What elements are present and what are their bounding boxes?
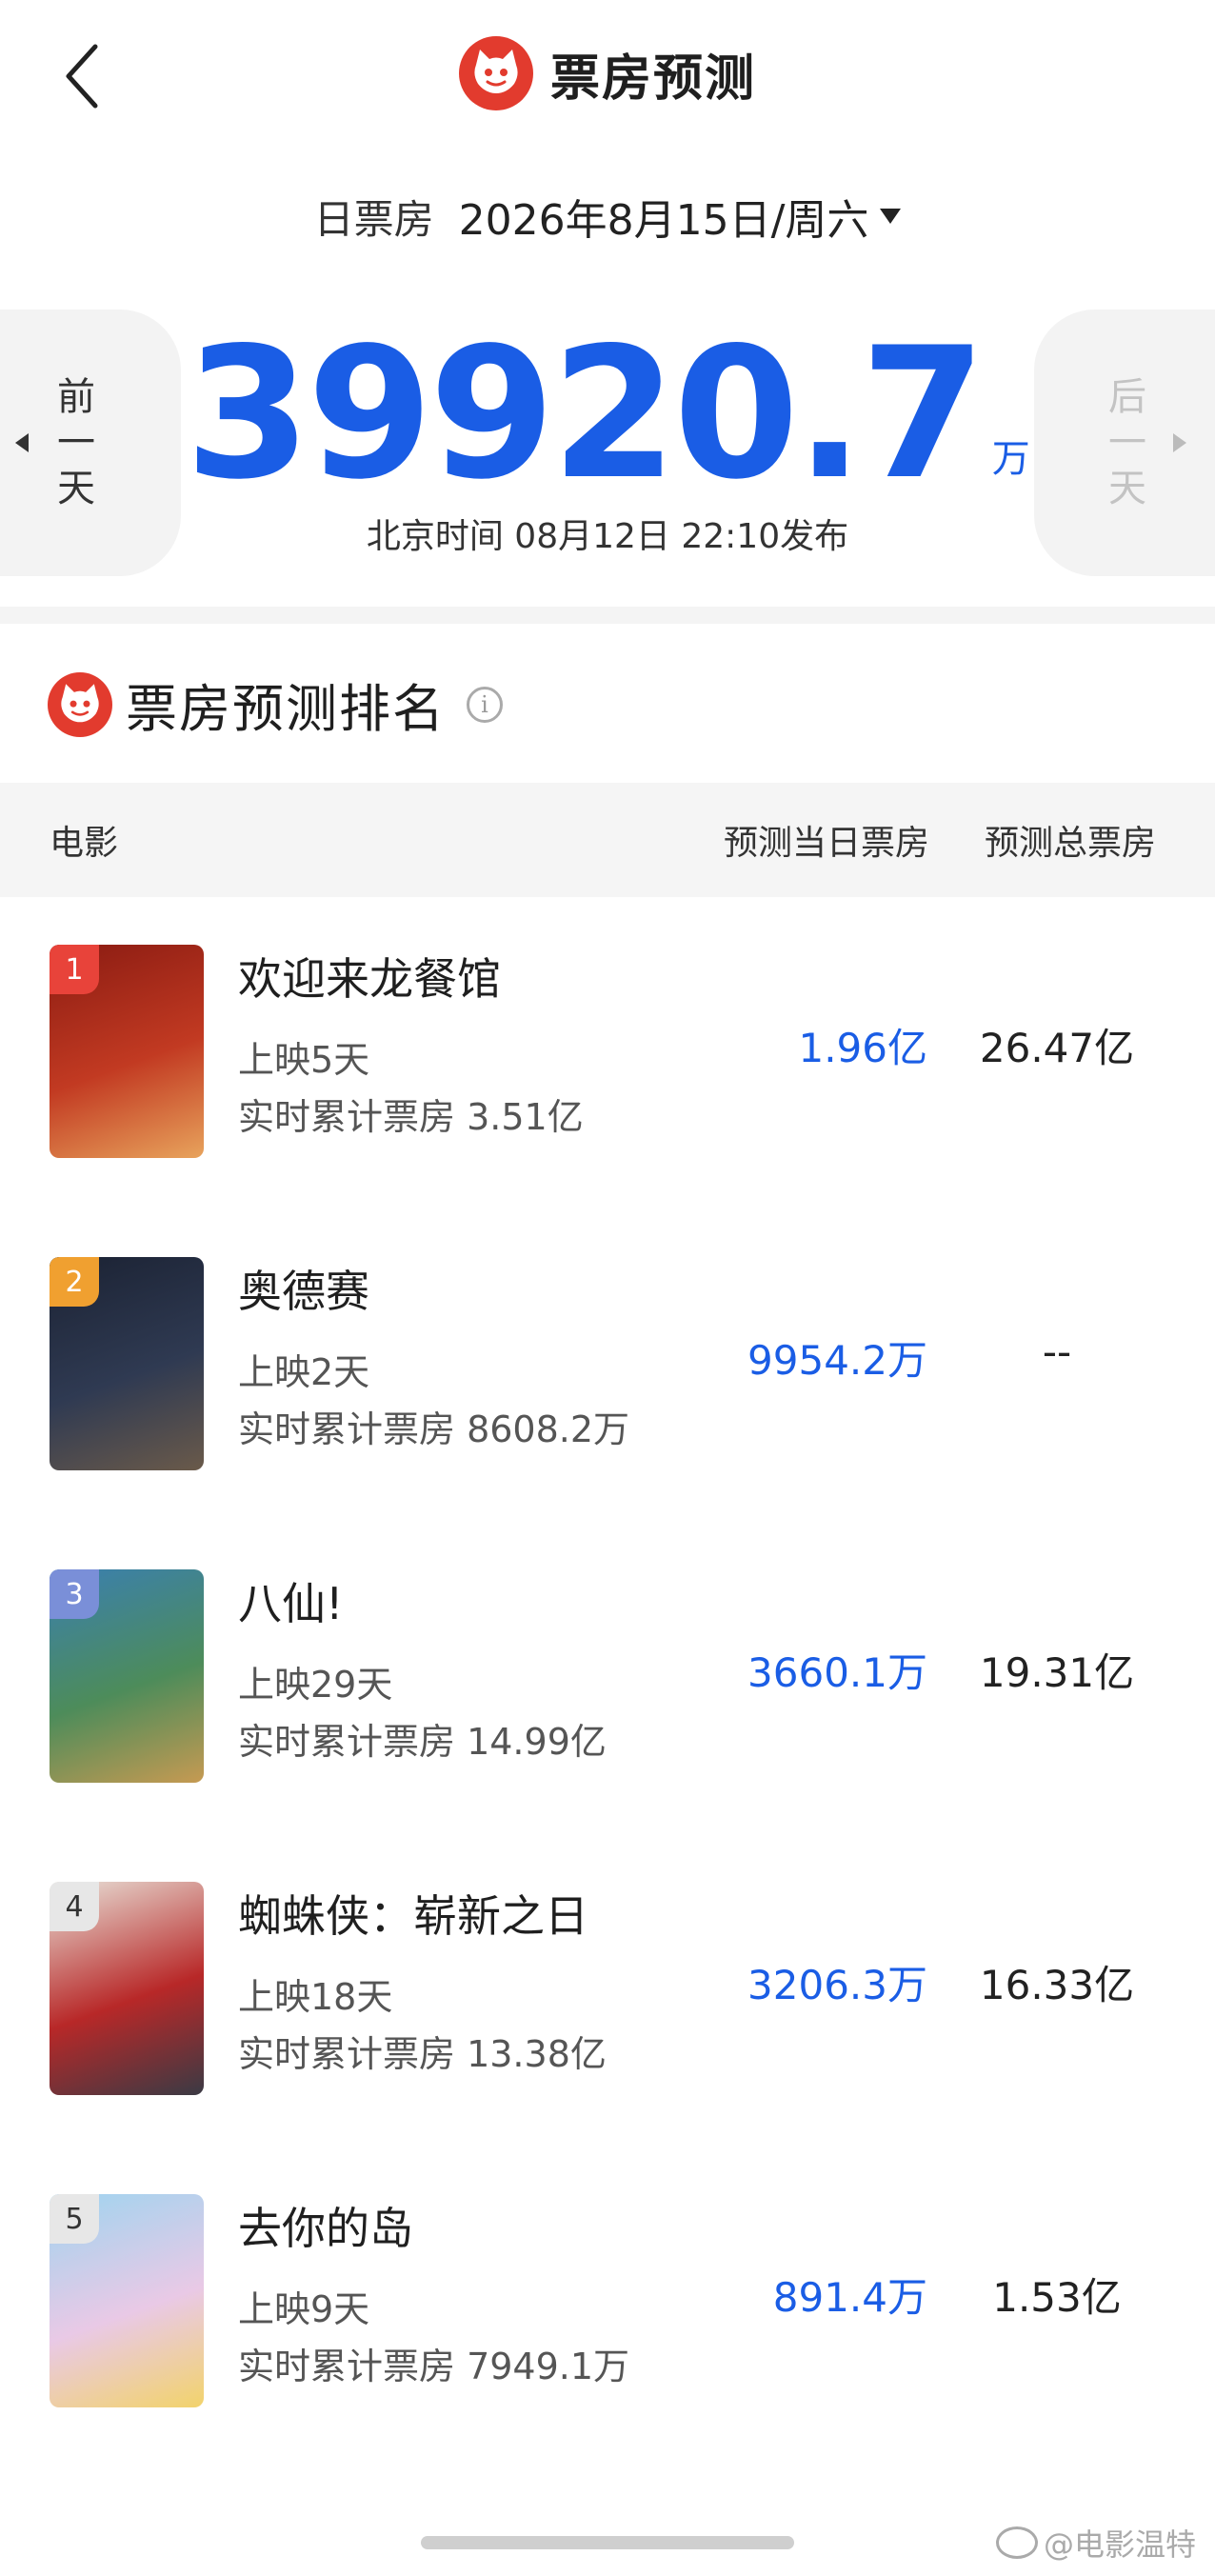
total-forecast: 39920.7 万 [0, 309, 1215, 519]
realtime-box-office: 实时累计票房 7949.1万 [238, 2346, 630, 2387]
rank-badge: 2 [50, 1257, 99, 1307]
list-item[interactable]: 1 欢迎来龙餐馆 上映5天 实时累计票房 3.51亿 1.96亿 26.47亿 [0, 897, 1215, 1209]
predicted-day-box-office: 891.4万 [772, 2274, 927, 2321]
column-day-forecast[interactable]: 预测当日票房 [724, 815, 929, 865]
predicted-day-box-office: 9954.2万 [747, 1337, 927, 1384]
cat-logo-icon [458, 36, 533, 110]
info-icon[interactable]: i [467, 686, 503, 723]
ranking-header: 票房预测排名 i [48, 667, 503, 742]
predicted-day-box-office: 3660.1万 [747, 1649, 927, 1696]
section-divider [0, 607, 1215, 624]
rank-badge: 4 [50, 1882, 99, 1931]
list-item[interactable]: 4 蜘蛛侠：崭新之日 上映18天 实时累计票房 13.38亿 3206.3万 1… [0, 1834, 1215, 2147]
predicted-day-box-office: 3206.3万 [747, 1962, 927, 2008]
realtime-box-office: 实时累计票房 8608.2万 [238, 1408, 630, 1450]
predicted-total-box-office: 26.47亿 [979, 1025, 1135, 1071]
rank-badge: 1 [50, 945, 99, 994]
list-item[interactable]: 2 奥德赛 上映2天 实时累计票房 8608.2万 9954.2万 -- [0, 1209, 1215, 1522]
header-title-group: 票房预测 [0, 36, 1215, 110]
cat-logo-icon [48, 671, 112, 737]
movie-title[interactable]: 欢迎来龙餐馆 [238, 945, 501, 1008]
movie-poster[interactable]: 2 [50, 1257, 204, 1470]
ranking-title: 票房预测排名 [126, 679, 446, 739]
total-forecast-value: 39920.7 [185, 309, 986, 519]
home-indicator[interactable] [421, 2536, 794, 2549]
movie-title[interactable]: 蜘蛛侠：崭新之日 [238, 1882, 588, 1945]
column-movie: 电影 [50, 824, 119, 863]
weibo-icon [995, 2526, 1038, 2559]
table-header: 电影 预测当日票房 预测总票房 [0, 783, 1215, 897]
realtime-box-office: 实时累计票房 14.99亿 [238, 1721, 607, 1763]
watermark: @电影温特 [995, 2521, 1196, 2565]
rank-badge: 5 [50, 2194, 99, 2244]
movie-title[interactable]: 八仙! [238, 1569, 343, 1632]
predicted-day-box-office: 1.96亿 [798, 1025, 927, 1071]
header: 票房预测 [0, 0, 1215, 152]
movie-poster[interactable]: 5 [50, 2194, 204, 2407]
date-value[interactable]: 2026年8月15日/周六 [459, 186, 869, 247]
release-days: 上映2天 [238, 1351, 370, 1393]
predicted-total-box-office: -- [1042, 1328, 1072, 1375]
movie-poster[interactable]: 3 [50, 1569, 204, 1783]
rank-badge: 3 [50, 1569, 99, 1619]
release-days: 上映5天 [238, 1039, 370, 1081]
movie-title[interactable]: 去你的岛 [238, 2194, 413, 2257]
predicted-total-box-office: 19.31亿 [979, 1649, 1135, 1696]
release-days: 上映9天 [238, 2288, 370, 2330]
column-total-forecast[interactable]: 预测总票房 [985, 815, 1156, 865]
movie-poster[interactable]: 4 [50, 1882, 204, 2095]
caret-down-icon[interactable] [880, 209, 902, 224]
realtime-box-office: 实时累计票房 3.51亿 [238, 1096, 584, 1138]
predicted-total-box-office: 16.33亿 [979, 1962, 1135, 2008]
date-selector[interactable]: 日票房 2026年8月15日/周六 [0, 186, 1215, 247]
date-type-label: 日票房 [313, 195, 434, 243]
release-days: 上映18天 [238, 1976, 393, 2018]
list-item[interactable]: 5 去你的岛 上映9天 实时累计票房 7949.1万 891.4万 1.53亿 [0, 2147, 1215, 2459]
page-title: 票房预测 [549, 50, 756, 108]
release-days: 上映29天 [238, 1664, 393, 1706]
predicted-total-box-office: 1.53亿 [992, 2274, 1122, 2321]
total-forecast-unit: 万 [991, 437, 1030, 481]
list-item[interactable]: 3 八仙! 上映29天 实时累计票房 14.99亿 3660.1万 19.31亿 [0, 1522, 1215, 1834]
watermark-text: @电影温特 [1043, 2526, 1196, 2563]
publish-info: 北京时间 08月12日 22:10发布 [366, 517, 849, 556]
movie-poster[interactable]: 1 [50, 945, 204, 1158]
realtime-box-office: 实时累计票房 13.38亿 [238, 2033, 607, 2075]
movie-title[interactable]: 奥德赛 [238, 1257, 369, 1320]
